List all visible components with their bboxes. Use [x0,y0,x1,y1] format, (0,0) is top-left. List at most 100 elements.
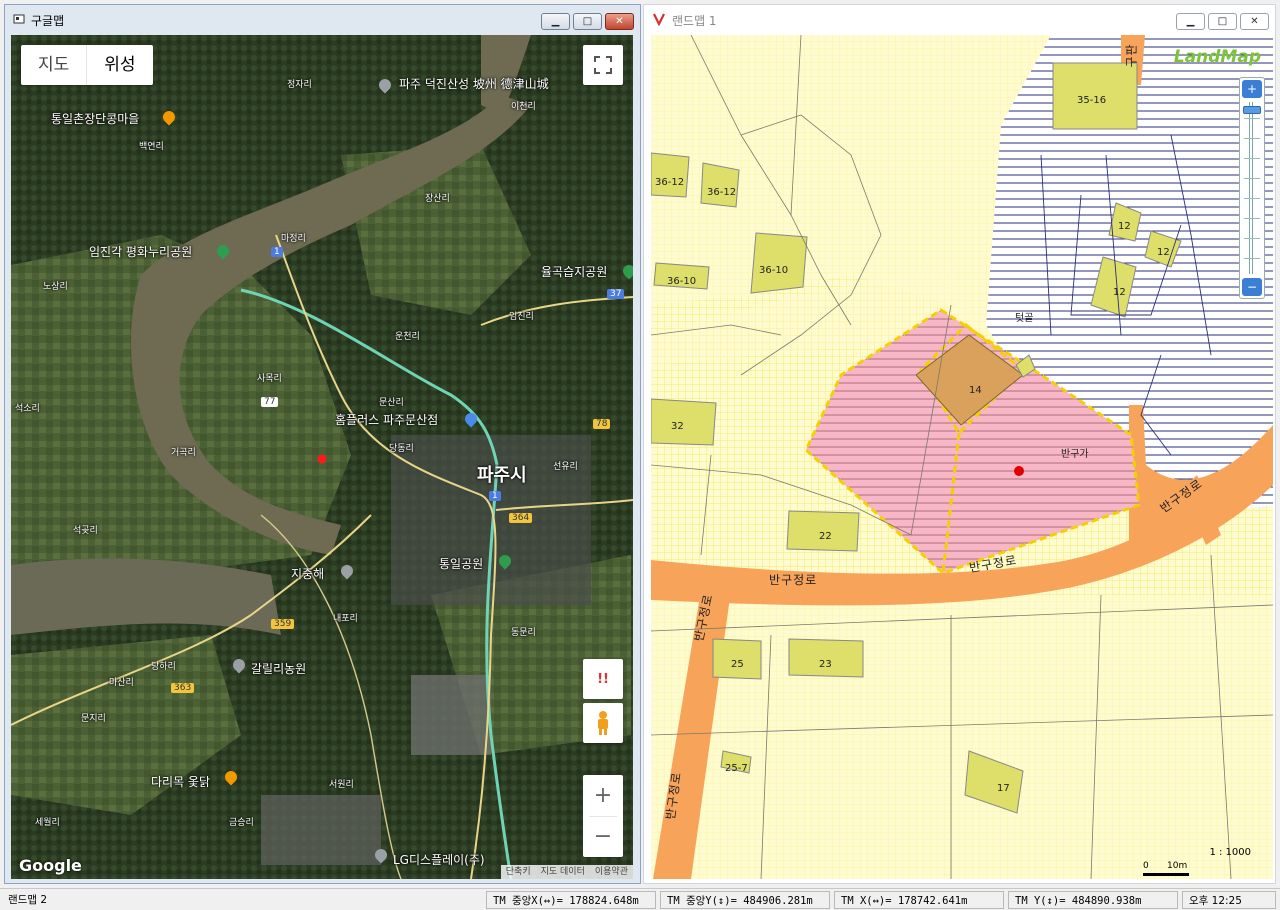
city-label: 파주시 [477,465,527,486]
route-shield: 359 [271,619,295,629]
google-titlebar[interactable]: 구글맵 ▁ □ ✕ [5,5,640,35]
village-label: 노상리 [43,282,68,292]
place-label[interactable]: LG디스플레이(주) [393,851,485,868]
landmap-logo: LandMap [1173,47,1261,67]
map-data-link[interactable]: 지도 데이터 [536,865,590,879]
place-label[interactable]: 율곡습지공원 [541,263,607,280]
google-logo: Google [19,856,82,875]
status-tm-y: TM Y(↕)= 484890.938m [1008,891,1178,909]
parcel-label[interactable]: 35-16 [1077,95,1106,106]
satellite-map[interactable]: 지도 위성 !! + − 파주 덕진산성 坡州 德津山城 통일촌장단콩마을 임진… [11,35,633,879]
minimize-button[interactable]: ▁ [541,13,570,30]
window-app-icon [13,13,25,28]
cadastral-map[interactable]: 35-16 36-12 36-12 36-10 36-10 12 12 12 3… [651,35,1273,879]
landmap-titlebar[interactable]: 랜드맵 1 ▁ □ ✕ [644,5,1275,35]
zoom-out-button[interactable]: − [1242,278,1262,296]
parcel-label[interactable]: 36-12 [655,177,684,188]
selected-location-marker [1014,466,1024,476]
alert-button[interactable]: !! [583,659,623,699]
google-map-window: 구글맵 ▁ □ ✕ 지도 위성 !! + − 파주 덕진산성 坡州 德津山城 통… [4,4,641,884]
area-label: 텃골 [1015,313,1034,324]
scale-start: 0 [1143,861,1149,871]
village-label: 석소리 [15,404,40,414]
parcel-label[interactable]: 36-10 [759,265,788,276]
zoom-out-button[interactable]: − [594,817,612,857]
close-button[interactable]: ✕ [605,13,634,30]
village-label: 문산리 [379,398,404,408]
status-tm-center-y: TM 중앙Y(↕)= 484906.281m [660,891,830,909]
place-label[interactable]: 통일공원 [439,555,483,572]
fullscreen-button[interactable] [583,45,623,85]
place-label[interactable]: 갈릴리농원 [251,660,306,677]
route-shield: 364 [509,513,533,523]
shortcuts-link[interactable]: 단축키 [501,865,536,879]
route-shield: 77 [261,397,279,407]
maximize-button[interactable]: □ [1208,13,1237,30]
village-label: 석곶리 [73,526,98,536]
street-view-button[interactable] [583,703,623,743]
village-label: 당동리 [389,444,414,454]
scale-bar: 1 : 1000 0 10m [1143,847,1253,877]
parcel-label[interactable]: 36-12 [707,187,736,198]
route-shield: 78 [593,419,611,429]
parcel-label[interactable]: 25-7 [725,763,748,774]
place-label[interactable]: 통일촌장단콩마을 [51,110,139,127]
close-button[interactable]: ✕ [1240,13,1269,30]
scale-end: 10m [1167,861,1188,871]
route-shield: 37 [607,289,625,299]
parcel-label[interactable]: 12 [1157,247,1170,258]
village-label: 문지리 [81,714,106,724]
minimize-button[interactable]: ▁ [1176,13,1205,30]
parcel-label[interactable]: 36-10 [667,276,696,287]
parcel-label[interactable]: 12 [1118,221,1131,232]
route-shield: 1 [271,247,283,257]
village-label: 백연리 [139,142,164,152]
parcel-label[interactable]: 22 [819,531,832,542]
zoom-control: + − [583,775,623,857]
village-label: 서원리 [329,780,354,790]
parcel-label[interactable]: 32 [671,421,684,432]
parcel-label[interactable]: 17 [997,783,1010,794]
zoom-in-button[interactable]: + [1242,80,1262,98]
terms-link[interactable]: 이용약관 [590,865,633,879]
village-label: 임진리 [509,312,534,322]
zoom-track[interactable] [1249,102,1253,274]
road-label: 반구정로 [769,573,818,587]
scale-ratio: 1 : 1000 [1209,847,1251,858]
pegman-icon [598,711,608,735]
zoom-slider[interactable]: + − [1239,77,1265,299]
village-label: 금승리 [229,818,254,828]
village-label: 사목리 [257,374,282,384]
parcel-layer [651,35,1273,879]
zoom-thumb[interactable] [1243,106,1261,114]
village-label: 거곡리 [171,448,196,458]
status-active-map: 랜드맵 2 [8,894,47,906]
map-footer: 단축키 지도 데이터 이용약관 [500,865,633,879]
village-label: 마정리 [281,234,306,244]
village-label: 이천리 [511,102,536,112]
village-label: 선유리 [553,462,578,472]
parcel-label[interactable]: 14 [969,385,982,396]
zoom-in-button[interactable]: + [594,776,612,816]
area-label: 반구가 [1061,449,1089,460]
map-type-map[interactable]: 지도 [21,45,86,85]
landmap-window: 랜드맵 1 ▁ □ ✕ 35-16 36-12 36-12 36-10 36-1… [643,4,1276,884]
place-label[interactable]: 파주 덕진산성 坡州 德津山城 [399,75,549,92]
village-label: 운천리 [395,332,420,342]
fullscreen-icon [594,56,612,74]
map-type-satellite[interactable]: 위성 [86,45,152,85]
satellite-imagery [11,35,633,879]
place-label[interactable]: 임진각 평화누리공원 [89,243,192,260]
place-label[interactable]: 지중해 [291,565,324,582]
parcel-label[interactable]: 12 [1113,287,1126,298]
map-type-toggle: 지도 위성 [21,45,153,85]
status-tm-x: TM X(↔)= 178742.641m [834,891,1004,909]
route-shield: 363 [171,683,195,693]
place-label[interactable]: 홈플러스 파주문산점 [335,411,438,428]
village-label: 세월리 [35,818,60,828]
maximize-button[interactable]: □ [573,13,602,30]
parcel-label[interactable]: 23 [819,659,832,670]
place-label[interactable]: 다리목 옻닭 [151,773,210,790]
landmap-app-icon [652,12,666,29]
parcel-label[interactable]: 25 [731,659,744,670]
